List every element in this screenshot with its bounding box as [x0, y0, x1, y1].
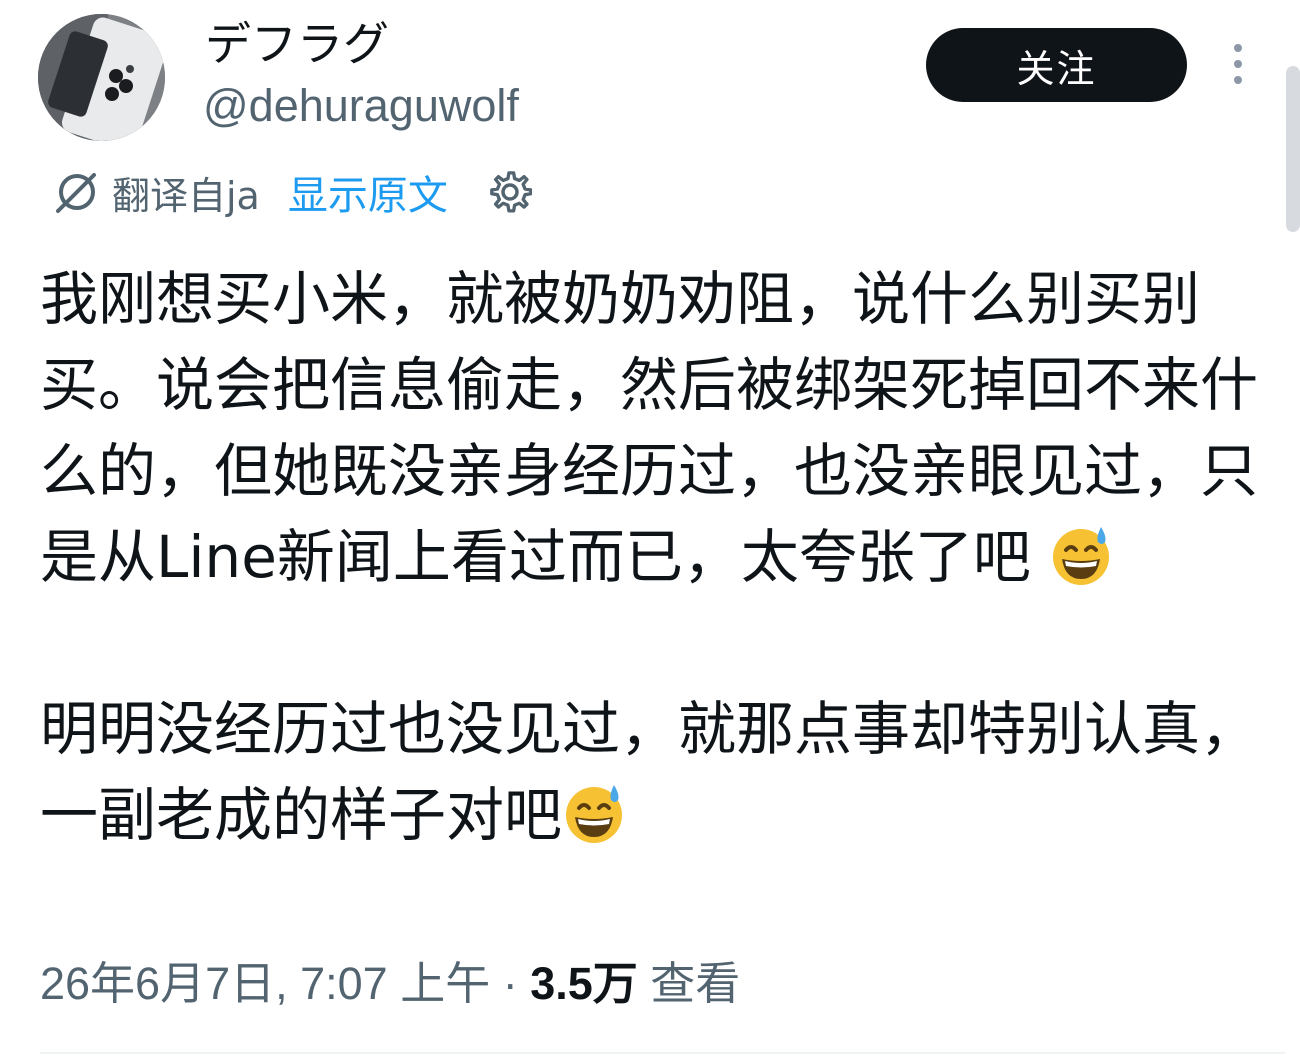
- author-handle[interactable]: @dehuraguwolf: [203, 76, 519, 136]
- author-display-name[interactable]: デフラグ: [205, 14, 389, 74]
- tweet-paragraph-2-text: 明明没经历过也没见过，就那点事却特别认真，一副老成的样子对吧: [40, 695, 1259, 849]
- translation-bar: 翻译自ja 显示原文: [50, 160, 532, 224]
- translated-from-label: 翻译自ja: [112, 173, 260, 218]
- vertical-ellipsis-icon[interactable]: [1226, 42, 1250, 86]
- views-count[interactable]: 3.5万: [530, 958, 638, 1009]
- grinning-face-with-sweat-icon: [1053, 527, 1110, 585]
- views-label: 查看: [650, 958, 741, 1009]
- tweet-paragraph: 明明没经历过也没见过，就那点事却特别认真，一副老成的样子对吧: [40, 686, 1285, 858]
- scrollbar[interactable]: [1286, 66, 1300, 232]
- tweet-body: 我刚想买小米，就被奶奶劝阻，说什么别买别买。说会把信息偷走，然后被绑架死掉回不来…: [40, 256, 1285, 858]
- grinning-face-with-sweat-icon: [566, 785, 623, 843]
- meta-separator: ·: [490, 958, 531, 1009]
- tweet-timestamp[interactable]: 26年6月7日, 7:07 上午: [40, 958, 490, 1009]
- translate-icon: [56, 173, 96, 213]
- phone-photo-avatar-icon: [38, 14, 165, 141]
- divider: [40, 1052, 1285, 1054]
- show-original-link[interactable]: 显示原文: [288, 163, 448, 221]
- tweet-paragraph: 我刚想买小米，就被奶奶劝阻，说什么别买别买。说会把信息偷走，然后被绑架死掉回不来…: [40, 256, 1285, 600]
- follow-button[interactable]: 关注: [926, 28, 1187, 102]
- gear-icon[interactable]: [488, 170, 532, 214]
- tweet-meta: 26年6月7日, 7:07 上午 · 3.5万 查看: [40, 952, 740, 1016]
- avatar[interactable]: [38, 14, 165, 141]
